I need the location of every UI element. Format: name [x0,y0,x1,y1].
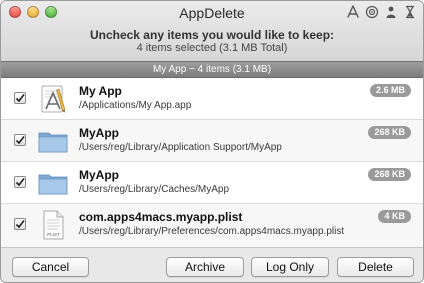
keep-checkbox[interactable] [14,218,26,230]
size-badge: 268 KB [368,168,411,181]
delete-button[interactable]: Delete [337,257,414,277]
file-list: My App /Applications/My App.app 2.6 MB M… [1,78,423,247]
log-only-button[interactable]: Log Only [251,257,329,277]
keep-checkbox[interactable] [14,92,26,104]
plist-file-icon: PLIST [37,209,69,241]
group-header: My App ~ 4 items (3.1 MB) [1,61,423,78]
checkmark-icon [15,94,25,103]
size-badge: 2.6 MB [369,84,411,97]
keep-checkbox[interactable] [14,176,26,188]
item-name: MyApp [79,168,119,182]
toolbar-icons [346,5,417,19]
folder-icon [37,167,69,199]
instruction-text: Uncheck any items you would like to keep… [89,28,335,42]
plist-label: PLIST [47,232,60,237]
item-name: com.apps4macs.myapp.plist [79,210,243,224]
cancel-button[interactable]: Cancel [12,257,89,277]
target-icon[interactable] [365,5,379,19]
keep-checkbox[interactable] [14,134,26,146]
button-bar: Cancel Archive Log Only Delete [1,247,423,282]
list-item[interactable]: MyApp /Users/reg/Library/Application Sup… [1,120,423,162]
checkmark-icon [15,178,25,187]
app-bundle-icon [37,83,69,115]
item-path: /Applications/My App.app [79,100,192,111]
archive-button[interactable]: Archive [166,257,244,277]
window-header: AppDelete Uncheck any items you would li… [1,1,423,61]
folder-icon [37,125,69,157]
hourglass-icon[interactable] [403,5,417,19]
list-item[interactable]: My App /Applications/My App.app 2.6 MB [1,78,423,120]
app-delete-window: AppDelete Uncheck any items you would li… [0,0,424,283]
checkmark-icon [15,220,25,229]
item-name: MyApp [79,126,119,140]
person-icon[interactable] [384,5,398,19]
item-path: /Users/reg/Library/Caches/MyApp [79,184,230,195]
selected-count: 4 items selected (3.1 MB Total) [136,42,288,54]
app-store-icon[interactable] [346,5,360,19]
list-item[interactable]: PLIST com.apps4macs.myapp.plist /Users/r… [1,204,423,247]
checkmark-icon [15,136,25,145]
item-path: /Users/reg/Library/Application Support/M… [79,142,282,153]
item-name: My App [79,84,122,98]
item-path: /Users/reg/Library/Preferences/com.apps4… [79,226,345,237]
list-item[interactable]: MyApp /Users/reg/Library/Caches/MyApp 26… [1,162,423,204]
size-badge: 4 KB [378,210,411,223]
size-badge: 268 KB [368,126,411,139]
